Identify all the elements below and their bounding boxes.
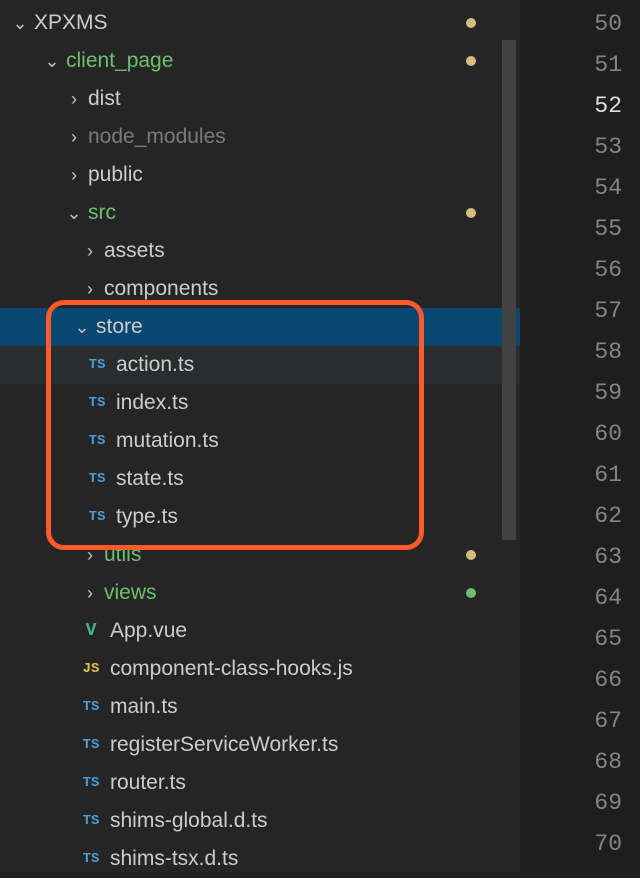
folder-row[interactable]: ⌄ store <box>0 308 520 346</box>
tree-item-label: dist <box>88 87 520 111</box>
folder-row[interactable]: › dist <box>0 80 520 118</box>
tree-item-label: XPXMS <box>34 11 520 35</box>
line-number: 63 <box>520 537 622 578</box>
tree-item-label: components <box>104 277 520 301</box>
vue-file-icon: V <box>78 621 104 641</box>
chevron-down-icon[interactable]: ⌄ <box>12 13 28 34</box>
tree-item-label: mutation.ts <box>116 429 520 453</box>
tree-item-label: shims-tsx.d.ts <box>110 847 520 871</box>
line-number: 67 <box>520 701 622 742</box>
file-row[interactable]: TS shims-global.d.ts <box>0 802 520 840</box>
explorer-scrollbar[interactable] <box>502 40 516 540</box>
chevron-right-icon[interactable]: › <box>66 127 82 148</box>
tree-item-label: type.ts <box>116 505 520 529</box>
line-number: 60 <box>520 414 622 455</box>
ts-file-icon: TS <box>78 851 104 867</box>
line-number: 51 <box>520 45 622 86</box>
line-number: 53 <box>520 127 622 168</box>
folder-row[interactable]: › components <box>0 270 520 308</box>
folder-row[interactable]: ⌄ XPXMS <box>0 4 520 42</box>
ts-file-icon: TS <box>84 509 110 525</box>
file-row[interactable]: TS mutation.ts <box>0 422 520 460</box>
tree-item-label: App.vue <box>110 619 520 643</box>
line-number: 54 <box>520 168 622 209</box>
file-row[interactable]: TS registerServiceWorker.ts <box>0 726 520 764</box>
tree-item-label: client_page <box>66 49 520 73</box>
tree-item-label: views <box>104 581 520 605</box>
folder-row[interactable]: › views <box>0 574 520 612</box>
folder-row[interactable]: › public <box>0 156 520 194</box>
line-number: 62 <box>520 496 622 537</box>
chevron-right-icon[interactable]: › <box>82 583 98 604</box>
ts-file-icon: TS <box>84 471 110 487</box>
ts-file-icon: TS <box>78 699 104 715</box>
tree-item-label: node_modules <box>88 125 520 149</box>
file-row[interactable]: TS action.ts <box>0 346 520 384</box>
ts-file-icon: TS <box>84 395 110 411</box>
folder-row[interactable]: › node_modules <box>0 118 520 156</box>
chevron-down-icon[interactable]: ⌄ <box>44 51 60 72</box>
line-number: 57 <box>520 291 622 332</box>
line-number: 66 <box>520 660 622 701</box>
tree-item-label: component-class-hooks.js <box>110 657 520 681</box>
tree-item-label: shims-global.d.ts <box>110 809 520 833</box>
tree-item-label: state.ts <box>116 467 520 491</box>
chevron-down-icon[interactable]: ⌄ <box>74 317 90 338</box>
line-number: 50 <box>520 4 622 45</box>
file-row[interactable]: TS main.ts <box>0 688 520 726</box>
chevron-right-icon[interactable]: › <box>66 165 82 186</box>
ts-file-icon: TS <box>84 357 110 373</box>
folder-row[interactable]: › utils <box>0 536 520 574</box>
chevron-right-icon[interactable]: › <box>66 89 82 110</box>
tree-item-label: public <box>88 163 520 187</box>
line-number-gutter: 5051525354555657585960616263646566676869… <box>520 0 640 872</box>
line-number: 52 <box>520 86 622 127</box>
file-explorer[interactable]: ⌄ XPXMS ⌄ client_page › dist › node_modules › pub… <box>0 0 520 872</box>
file-row[interactable]: JS component-class-hooks.js <box>0 650 520 688</box>
git-status-dot <box>466 56 476 66</box>
line-number: 65 <box>520 619 622 660</box>
file-row[interactable]: V App.vue <box>0 612 520 650</box>
tree-item-label: index.ts <box>116 391 520 415</box>
line-number: 64 <box>520 578 622 619</box>
tree-item-label: store <box>96 315 520 339</box>
tree-item-label: registerServiceWorker.ts <box>110 733 520 757</box>
tree-item-label: src <box>88 201 520 225</box>
tree-item-label: action.ts <box>116 353 520 377</box>
tree-item-label: utils <box>104 543 520 567</box>
line-number: 59 <box>520 373 622 414</box>
chevron-down-icon[interactable]: ⌄ <box>66 203 82 224</box>
chevron-right-icon[interactable]: › <box>82 241 98 262</box>
tree-item-label: main.ts <box>110 695 520 719</box>
git-status-dot <box>466 18 476 28</box>
ts-file-icon: TS <box>78 737 104 753</box>
ts-file-icon: TS <box>78 775 104 791</box>
tree-item-label: assets <box>104 239 520 263</box>
git-status-dot <box>466 588 476 598</box>
line-number: 68 <box>520 742 622 783</box>
file-row[interactable]: TS state.ts <box>0 460 520 498</box>
js-file-icon: JS <box>78 661 104 677</box>
line-number: 58 <box>520 332 622 373</box>
folder-row[interactable]: ⌄ client_page <box>0 42 520 80</box>
git-status-dot <box>466 550 476 560</box>
file-row[interactable]: TS index.ts <box>0 384 520 422</box>
folder-row[interactable]: ⌄ src <box>0 194 520 232</box>
line-number: 69 <box>520 783 622 824</box>
chevron-right-icon[interactable]: › <box>82 279 98 300</box>
git-status-dot <box>466 208 476 218</box>
line-number: 55 <box>520 209 622 250</box>
file-row[interactable]: TS type.ts <box>0 498 520 536</box>
line-number: 61 <box>520 455 622 496</box>
ts-file-icon: TS <box>84 433 110 449</box>
folder-row[interactable]: › assets <box>0 232 520 270</box>
line-number: 56 <box>520 250 622 291</box>
file-row[interactable]: TS router.ts <box>0 764 520 802</box>
chevron-right-icon[interactable]: › <box>82 545 98 566</box>
file-row[interactable]: TS shims-tsx.d.ts <box>0 840 520 878</box>
line-number: 70 <box>520 824 622 865</box>
ts-file-icon: TS <box>78 813 104 829</box>
tree-item-label: router.ts <box>110 771 520 795</box>
